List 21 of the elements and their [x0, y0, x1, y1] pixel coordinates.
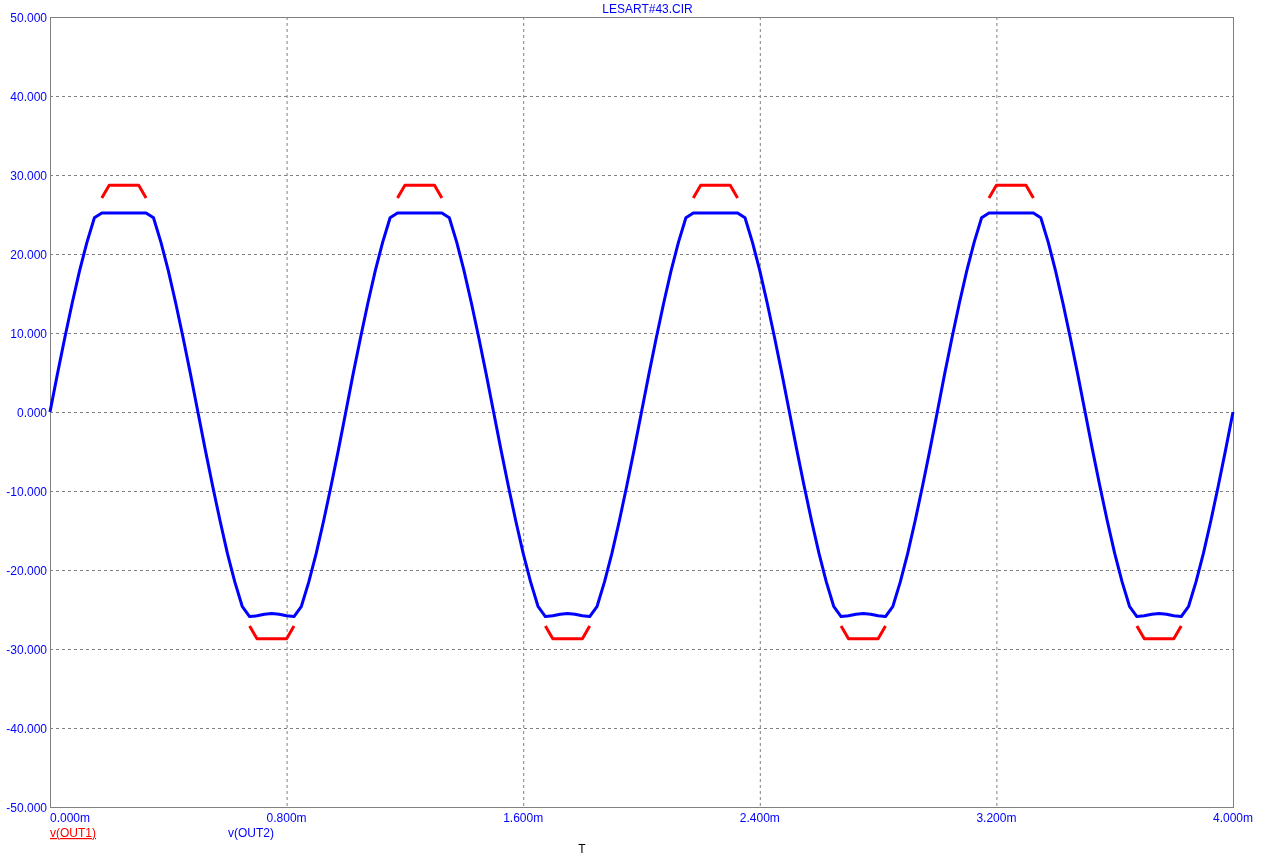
x-axis-label: T [578, 842, 586, 856]
y-tick-label: 30.000 [10, 169, 47, 183]
y-tick-label: 20.000 [10, 248, 47, 262]
x-tick-label: 4.000m [1213, 811, 1253, 825]
y-tick-label: 0.000 [16, 406, 47, 420]
y-tick-label: 40.000 [10, 90, 47, 104]
legend-item[interactable]: v(OUT1) [50, 826, 96, 840]
y-tick-label: -20.000 [6, 564, 47, 578]
x-tick-label: 3.200m [976, 811, 1017, 825]
y-tick-label: -50.000 [6, 801, 47, 815]
y-tick-label: -10.000 [6, 485, 47, 499]
x-tick-label: 1.600m [503, 811, 544, 825]
chart-title: LESART#43.CIR [602, 2, 693, 16]
y-tick-label: 50.000 [10, 11, 47, 25]
x-tick-label: 0.000m [50, 811, 91, 825]
y-tick-label: -30.000 [6, 643, 47, 657]
x-tick-label: 0.800m [266, 811, 307, 825]
y-tick-label: -40.000 [6, 722, 47, 736]
y-tick-label: 10.000 [10, 327, 47, 341]
legend-item[interactable]: v(OUT2) [228, 826, 274, 840]
x-tick-label: 2.400m [739, 811, 780, 825]
